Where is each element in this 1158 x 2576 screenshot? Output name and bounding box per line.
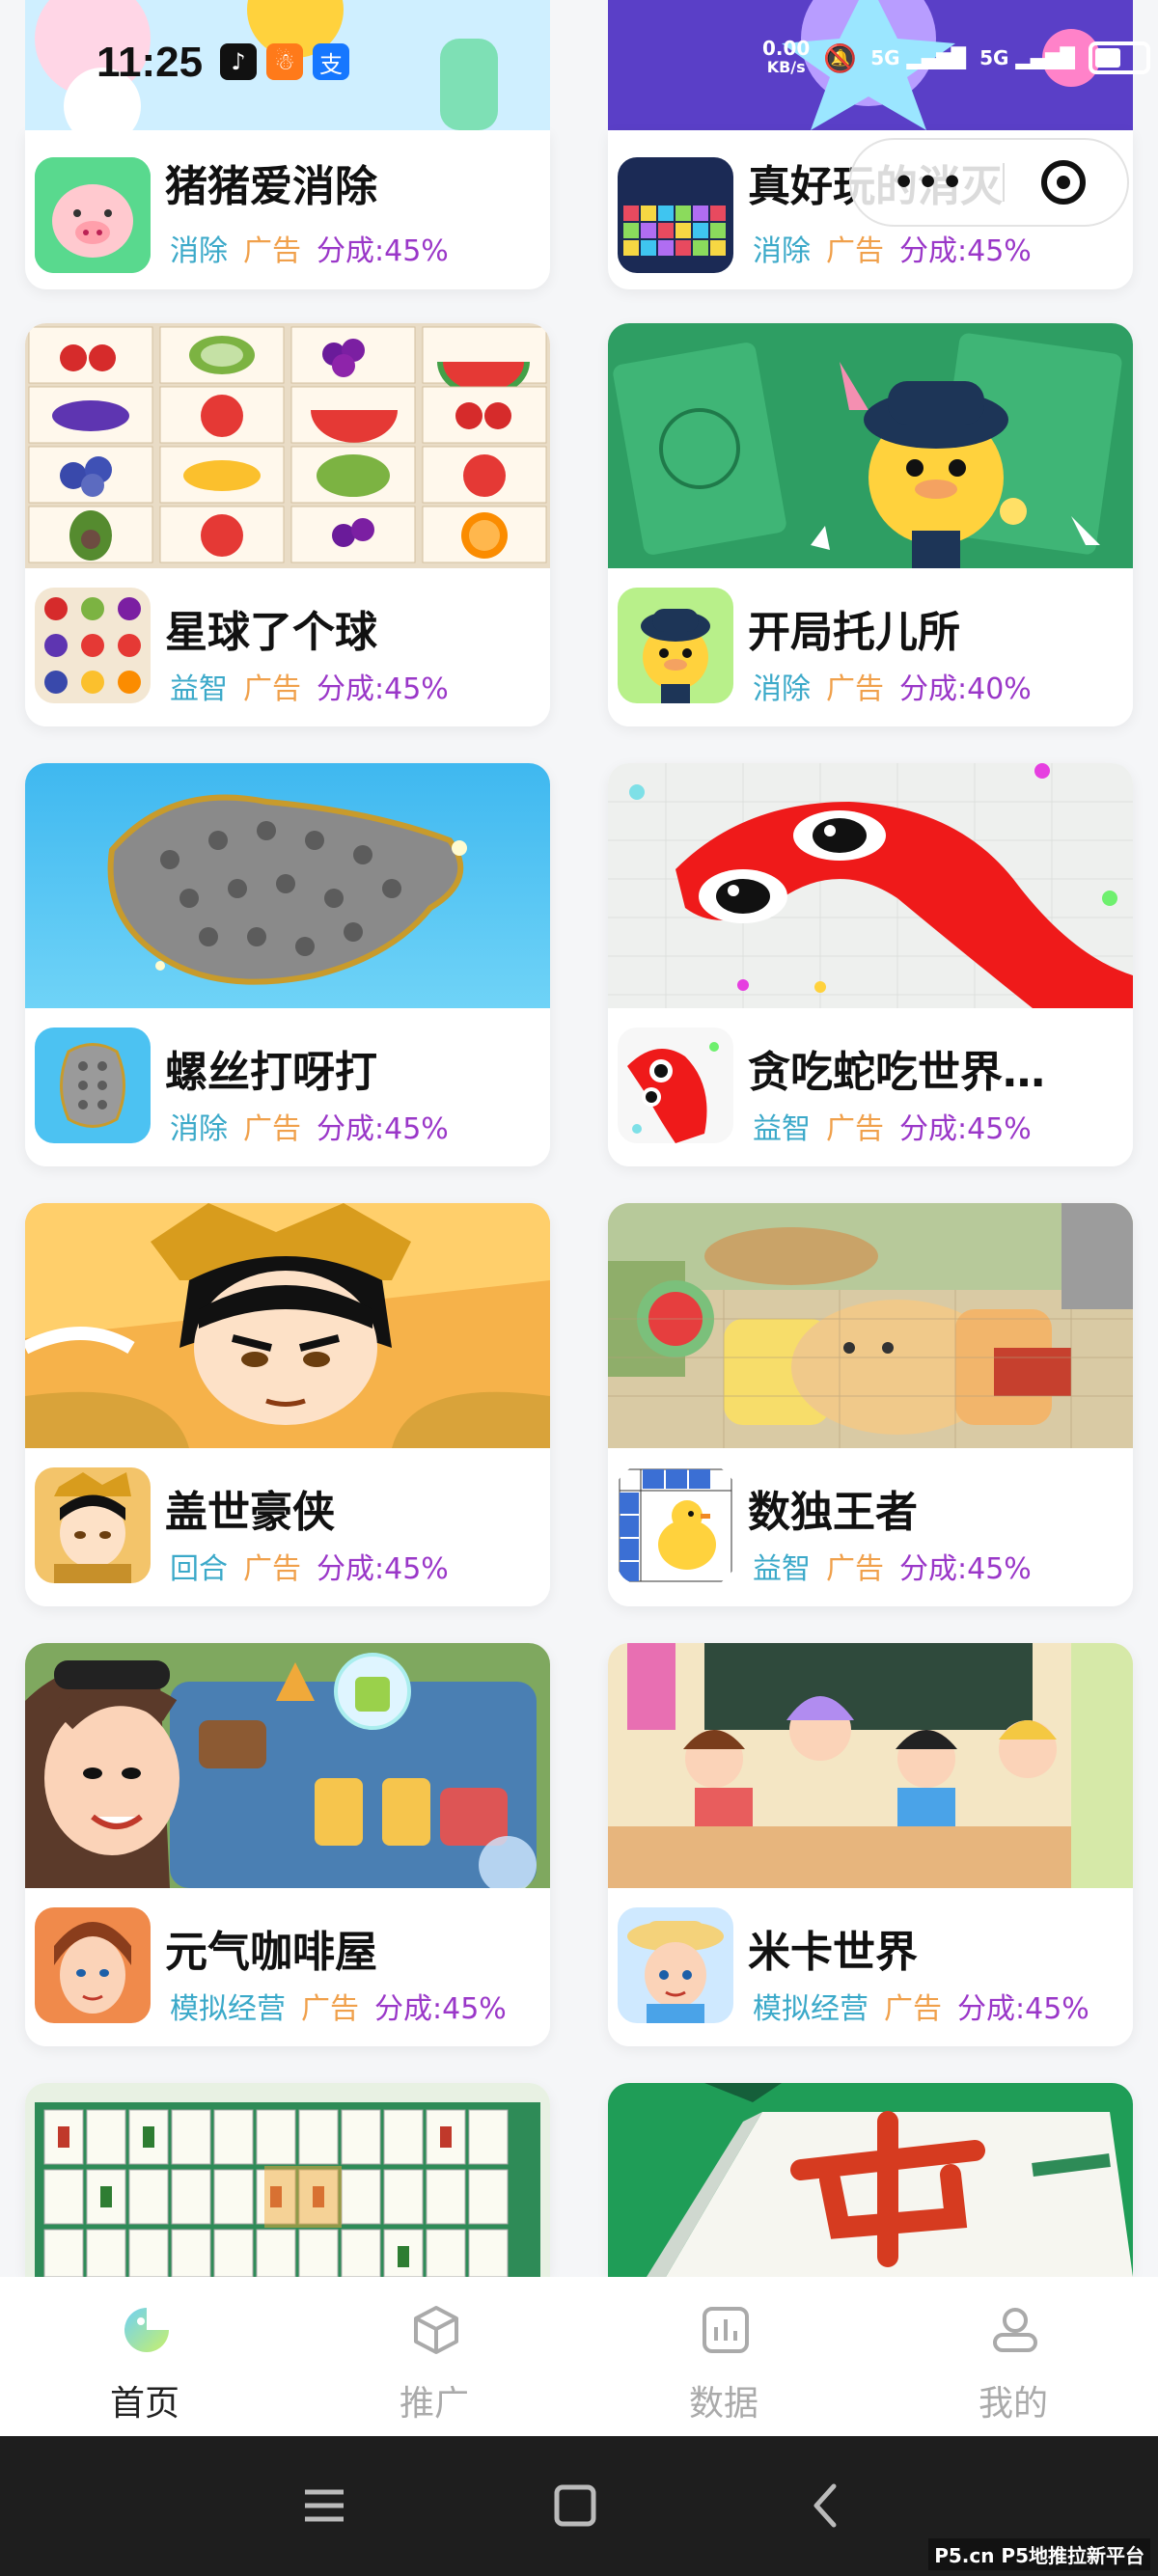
category-tag: 回合 — [170, 1552, 228, 1586]
game-icon — [618, 1028, 733, 1143]
game-icon — [618, 157, 733, 273]
game-name: 开局托儿所 — [748, 608, 960, 657]
game-banner — [25, 2083, 550, 2277]
game-banner — [608, 2083, 1133, 2277]
tab-home-label: 首页 — [109, 2384, 179, 2424]
share-tag: 分成:45% — [317, 1552, 449, 1586]
game-icon — [35, 1028, 151, 1143]
game-banner — [25, 763, 550, 1008]
bottom-nav: 首页 推广 数据 我的 — [0, 2277, 1158, 2436]
back-icon[interactable] — [797, 2477, 855, 2535]
game-name: 贪吃蛇吃世界… — [748, 1048, 1045, 1097]
game-banner — [608, 0, 1133, 130]
home-square-icon[interactable] — [546, 2477, 604, 2535]
capsule-divider — [1002, 163, 1005, 202]
watermark: P5.cn P5地推拉新平台 — [928, 2538, 1150, 2570]
game-banner — [608, 323, 1133, 568]
game-banner — [608, 1203, 1133, 1448]
category-tag: 消除 — [753, 234, 811, 268]
game-name: 数独王者 — [748, 1488, 918, 1537]
tab-home[interactable]: 首页 — [0, 2277, 290, 2436]
game-name: 盖世豪侠 — [165, 1488, 335, 1537]
game-card[interactable]: 螺丝打呀打 消除 广告 分成:45% — [25, 763, 550, 1166]
category-tag: 益智 — [753, 1552, 811, 1586]
game-card[interactable]: 米卡世界 模拟经营 广告 分成:45% — [608, 1643, 1133, 2046]
game-banner — [25, 1643, 550, 1888]
miniprogram-capsule[interactable]: ••• — [849, 138, 1129, 227]
tab-data-label: 数据 — [688, 2384, 758, 2424]
ad-tag: 广告 — [301, 1992, 359, 2026]
game-card[interactable]: 数独王者 益智 广告 分成:45% — [608, 1203, 1133, 1606]
share-tag: 分成:45% — [899, 234, 1032, 268]
share-tag: 分成:45% — [317, 234, 449, 268]
game-name: 猪猪爱消除 — [165, 162, 377, 211]
game-banner — [608, 1643, 1133, 1888]
more-dots-icon[interactable]: ••• — [893, 163, 965, 203]
tab-promote[interactable]: 推广 — [290, 2277, 579, 2436]
game-banner — [25, 0, 550, 130]
category-tag: 益智 — [753, 1112, 811, 1146]
share-tag: 分成:45% — [899, 1552, 1032, 1586]
share-tag: 分成:40% — [899, 672, 1032, 706]
game-icon — [35, 588, 151, 703]
game-card[interactable]: 星球了个球 益智 广告 分成:45% — [25, 323, 550, 726]
bar-chart-icon — [703, 2307, 749, 2353]
game-card[interactable]: 元气咖啡屋 模拟经营 广告 分成:45% — [25, 1643, 550, 2046]
close-target-icon[interactable] — [1040, 160, 1086, 205]
game-icon — [618, 588, 733, 703]
tab-mine[interactable]: 我的 — [868, 2277, 1158, 2436]
share-tag: 分成:45% — [317, 1112, 449, 1146]
game-card[interactable]: 贪吃蛇吃世界… 益智 广告 分成:45% — [608, 763, 1133, 1166]
ad-tag: 广告 — [243, 234, 301, 268]
ad-tag: 广告 — [243, 1552, 301, 1586]
game-card[interactable]: 盖世豪侠 回合 广告 分成:45% — [25, 1203, 550, 1606]
category-tag: 益智 — [170, 672, 228, 706]
game-name: 元气咖啡屋 — [165, 1928, 377, 1977]
share-tag: 分成:45% — [317, 672, 449, 706]
category-tag: 模拟经营 — [753, 1992, 868, 2026]
share-tag: 分成:45% — [957, 1992, 1089, 2026]
ad-tag: 广告 — [826, 672, 884, 706]
category-tag: 消除 — [170, 1112, 228, 1146]
home-icon — [124, 2308, 169, 2352]
game-card[interactable] — [25, 2083, 550, 2277]
category-tag: 消除 — [170, 234, 228, 268]
game-icon — [35, 1467, 151, 1583]
game-banner — [25, 323, 550, 568]
ad-tag: 广告 — [243, 672, 301, 706]
game-icon — [35, 157, 151, 273]
tab-promote-label: 推广 — [399, 2384, 469, 2424]
game-card[interactable] — [608, 2083, 1133, 2277]
system-nav-bar: P5.cn P5地推拉新平台 — [0, 2436, 1158, 2576]
category-tag: 消除 — [753, 672, 811, 706]
category-tag: 模拟经营 — [170, 1992, 286, 2026]
game-banner — [608, 763, 1133, 1008]
ad-tag: 广告 — [884, 1992, 942, 2026]
game-icon — [618, 1907, 733, 2023]
ad-tag: 广告 — [826, 234, 884, 268]
game-banner — [25, 1203, 550, 1448]
game-icon — [618, 1467, 733, 1583]
game-name: 星球了个球 — [165, 608, 377, 657]
user-icon — [993, 2308, 1037, 2352]
game-card[interactable]: 开局托儿所 消除 广告 分成:40% — [608, 323, 1133, 726]
tab-mine-label: 我的 — [978, 2384, 1048, 2424]
game-grid: 猪猪爱消除 消除 广告 分成:45% 真好玩的消灭 消除 广告 分成:45% — [0, 0, 1158, 2277]
game-name: 螺丝打呀打 — [165, 1048, 377, 1097]
game-name: 米卡世界 — [748, 1928, 918, 1977]
game-card[interactable]: 猪猪爱消除 消除 广告 分成:45% — [25, 130, 550, 289]
share-tag: 分成:45% — [374, 1992, 507, 2026]
tab-data[interactable]: 数据 — [579, 2277, 868, 2436]
menu-icon[interactable] — [295, 2477, 353, 2535]
cube-icon — [414, 2306, 458, 2354]
ad-tag: 广告 — [243, 1112, 301, 1146]
ad-tag: 广告 — [826, 1552, 884, 1586]
share-tag: 分成:45% — [899, 1112, 1032, 1146]
game-icon — [35, 1907, 151, 2023]
ad-tag: 广告 — [826, 1112, 884, 1146]
